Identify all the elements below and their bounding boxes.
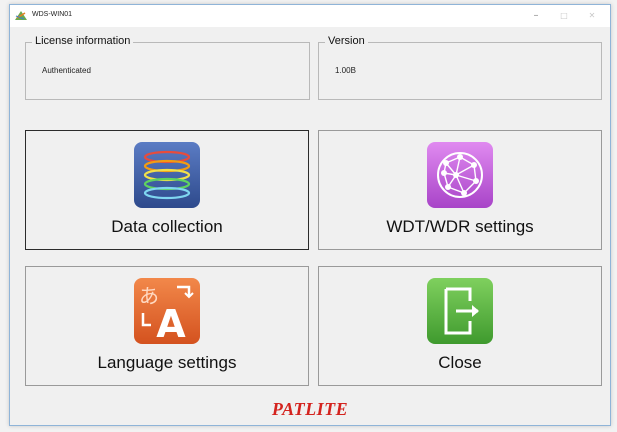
language-settings-button[interactable]: あ A Language settings xyxy=(25,266,309,386)
version-legend: Version xyxy=(325,35,368,47)
app-window: WDS-WIN01 – □ ✕ License information Auth… xyxy=(9,4,611,426)
app-icon xyxy=(15,11,27,20)
close-window-button[interactable]: ✕ xyxy=(578,5,606,27)
language-translate-icon: あ A xyxy=(134,278,200,345)
language-settings-label: Language settings xyxy=(97,353,237,372)
license-info-legend: License information xyxy=(32,35,134,47)
window-title: WDS-WIN01 xyxy=(32,11,73,18)
data-rings-icon xyxy=(134,142,200,208)
version-text: 1.00B xyxy=(335,66,356,75)
wdt-wdr-settings-button[interactable]: WDT/WDR settings xyxy=(318,130,602,250)
patlite-logo: PATLITE xyxy=(271,399,349,419)
license-status-text: Authenticated xyxy=(42,66,91,75)
maximize-button[interactable]: □ xyxy=(550,5,578,27)
network-sphere-icon xyxy=(427,142,493,208)
wdt-wdr-settings-label: WDT/WDR settings xyxy=(386,217,534,236)
data-collection-button[interactable]: Data collection xyxy=(25,130,309,250)
close-button[interactable]: Close xyxy=(318,266,602,386)
data-collection-label: Data collection xyxy=(111,217,223,236)
letter-a-glyph: A xyxy=(156,302,186,345)
version-group: Version 1.00B xyxy=(318,35,602,100)
title-bar[interactable]: WDS-WIN01 – □ ✕ xyxy=(10,5,610,27)
minimize-button[interactable]: – xyxy=(522,5,550,27)
license-info-group: License information Authenticated xyxy=(25,35,310,100)
close-label: Close xyxy=(438,353,482,372)
exit-door-icon xyxy=(427,278,493,344)
